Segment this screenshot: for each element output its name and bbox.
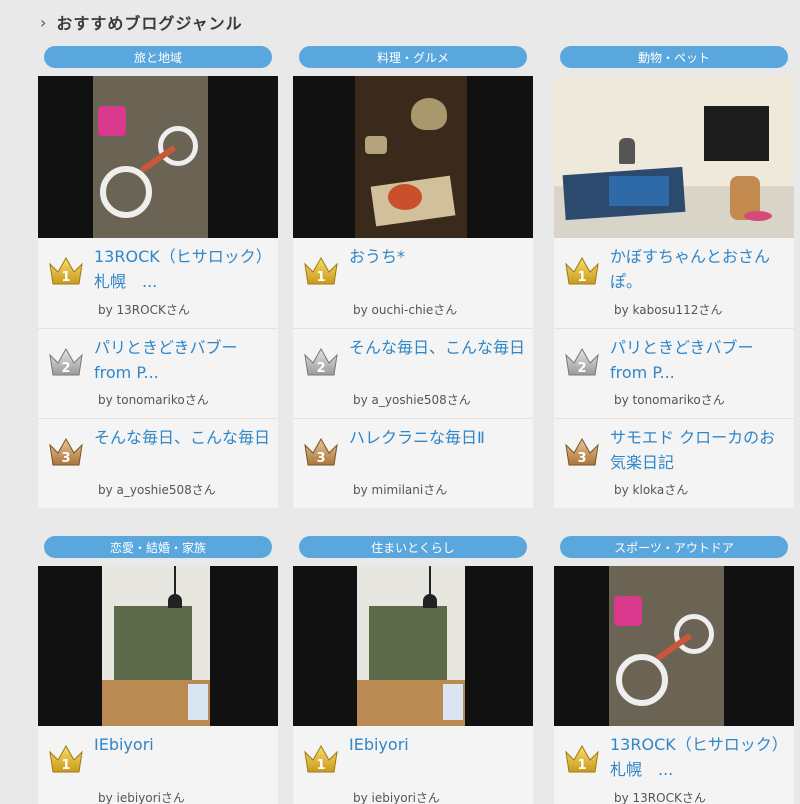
author-name: by a_yoshie508さん [353, 393, 471, 407]
genre-label[interactable]: 旅と地域 [44, 46, 272, 68]
author-name: by kabosu112さん [614, 303, 723, 317]
rank-row-1[interactable]: 1 13ROCK（ヒサロック） 札幌 ... by 13ROCKさん [38, 238, 280, 328]
author-name: by 13ROCKさん [98, 303, 190, 317]
author-name: by klokaさん [614, 483, 689, 497]
svg-text:1: 1 [316, 270, 325, 285]
bronze-crown-icon: 3 [49, 437, 83, 466]
room-photo[interactable] [293, 566, 533, 726]
genre-card-pets: 動物・ペット 1 かぼすちゃんとおさんぽ。 by kabosu112さん 2 パ… [554, 46, 794, 508]
blog-title-link[interactable]: ハレクラニな毎日Ⅱ [349, 425, 525, 450]
bicycle-photo[interactable] [38, 76, 278, 238]
svg-text:1: 1 [61, 270, 70, 285]
genre-card-travel: 旅と地域 1 13ROCK（ヒサロック） 札幌 ... by 13ROCKさん … [38, 46, 280, 508]
food-photo[interactable] [293, 76, 533, 238]
silver-crown-icon: 2 [304, 347, 338, 376]
silver-crown-icon: 2 [49, 347, 83, 376]
gold-crown-icon: 1 [49, 744, 83, 773]
author-name: by iebiyoriさん [353, 791, 440, 804]
svg-text:2: 2 [61, 361, 70, 376]
rank-row-2[interactable]: 2 パリときどきバブー from P... by tonomarikoさん [38, 328, 278, 418]
blog-title-link[interactable]: 13ROCK（ヒサロック） 札幌 ... [610, 732, 796, 782]
gold-crown-icon: 1 [565, 744, 599, 773]
blog-title-link[interactable]: パリときどきバブー from P... [610, 335, 786, 385]
rank-row-2[interactable]: 2 パリときどきバブー from P... by tonomarikoさん [554, 328, 794, 418]
author-name: by tonomarikoさん [98, 393, 209, 407]
genre-card-sports: スポーツ・アウトドア 1 13ROCK（ヒサロック） 札幌 ... by 13R… [554, 536, 796, 804]
rank-row-1[interactable]: 1 おうち* by ouchi-chieさん [293, 238, 533, 328]
gold-crown-icon: 1 [565, 256, 599, 285]
svg-text:3: 3 [577, 451, 586, 466]
svg-text:1: 1 [577, 758, 586, 773]
svg-text:3: 3 [316, 451, 325, 466]
rank-row-3[interactable]: 3 サモエド クローカのお気楽日記 by klokaさん [554, 418, 794, 508]
section-title: おすすめブログジャンル [56, 14, 243, 33]
rank-row-3[interactable]: 3 そんな毎日、こんな毎日 by a_yoshie508さん [38, 418, 278, 508]
gold-crown-icon: 1 [49, 256, 83, 285]
genre-label[interactable]: 料理・グルメ [299, 46, 527, 68]
rank-row-1[interactable]: 1 IEbiyori by iebiyoriさん [38, 726, 278, 804]
pets-photo[interactable] [554, 76, 794, 238]
author-name: by 13ROCKさん [614, 791, 706, 804]
blog-title-link[interactable]: 13ROCK（ヒサロック） 札幌 ... [94, 244, 280, 294]
gold-crown-icon: 1 [304, 744, 338, 773]
blog-title-link[interactable]: かぼすちゃんとおさんぽ。 [610, 244, 786, 294]
rank-row-3[interactable]: 3 ハレクラニな毎日Ⅱ by mimilaniさん [293, 418, 533, 508]
blog-title-link[interactable]: おうち* [349, 244, 525, 269]
blog-title-link[interactable]: そんな毎日、こんな毎日 [94, 425, 270, 450]
rank-row-2[interactable]: 2 そんな毎日、こんな毎日 by a_yoshie508さん [293, 328, 533, 418]
room-photo[interactable] [38, 566, 278, 726]
svg-text:1: 1 [577, 270, 586, 285]
genre-card-family: 恋愛・結婚・家族 1 IEbiyori by iebiyoriさん [38, 536, 278, 804]
blog-title-link[interactable]: パリときどきバブー from P... [94, 335, 270, 385]
bicycle-photo[interactable] [554, 566, 794, 726]
gold-crown-icon: 1 [304, 256, 338, 285]
rank-row-1[interactable]: 1 かぼすちゃんとおさんぽ。 by kabosu112さん [554, 238, 794, 328]
author-name: by a_yoshie508さん [98, 483, 216, 497]
svg-text:1: 1 [316, 758, 325, 773]
chevron-right-icon: › [40, 12, 47, 32]
bronze-crown-icon: 3 [304, 437, 338, 466]
blog-title-link[interactable]: IEbiyori [94, 732, 270, 757]
blog-title-link[interactable]: サモエド クローカのお気楽日記 [610, 425, 786, 475]
svg-text:2: 2 [577, 361, 586, 376]
blog-title-link[interactable]: そんな毎日、こんな毎日 [349, 335, 525, 360]
section-header: › おすすめブログジャンル [40, 8, 243, 36]
genre-card-home: 住まいとくらし 1 IEbiyori by iebiyoriさん [293, 536, 533, 804]
author-name: by ouchi-chieさん [353, 303, 458, 317]
rank-row-1[interactable]: 1 IEbiyori by iebiyoriさん [293, 726, 533, 804]
genre-label[interactable]: 動物・ペット [560, 46, 788, 68]
svg-text:1: 1 [61, 758, 70, 773]
silver-crown-icon: 2 [565, 347, 599, 376]
blog-title-link[interactable]: IEbiyori [349, 732, 525, 757]
svg-text:3: 3 [61, 451, 70, 466]
author-name: by tonomarikoさん [614, 393, 725, 407]
genre-label[interactable]: 住まいとくらし [299, 536, 527, 558]
bronze-crown-icon: 3 [565, 437, 599, 466]
rank-row-1[interactable]: 1 13ROCK（ヒサロック） 札幌 ... by 13ROCKさん [554, 726, 796, 804]
genre-label[interactable]: 恋愛・結婚・家族 [44, 536, 272, 558]
author-name: by mimilaniさん [353, 483, 448, 497]
author-name: by iebiyoriさん [98, 791, 185, 804]
genre-label[interactable]: スポーツ・アウトドア [560, 536, 788, 558]
svg-text:2: 2 [316, 361, 325, 376]
genre-card-food: 料理・グルメ 1 おうち* by ouchi-chieさん 2 そんな毎日、こん… [293, 46, 533, 508]
